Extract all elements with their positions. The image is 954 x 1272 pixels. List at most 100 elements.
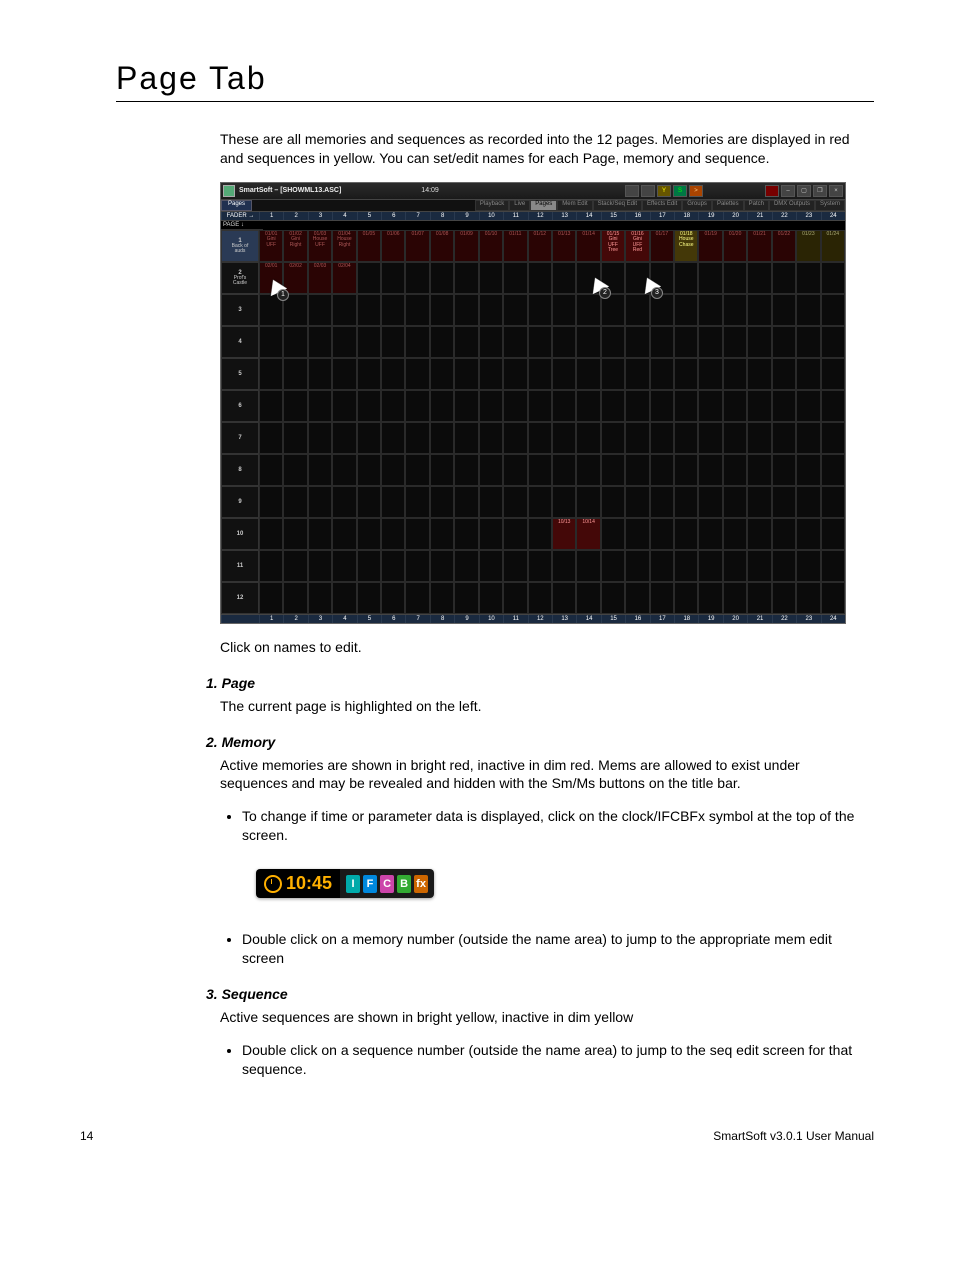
cell-11-16: [625, 550, 649, 582]
page-row-11[interactable]: 11: [221, 550, 259, 582]
titlebar-btn-r1[interactable]: [765, 185, 779, 197]
cell-2-3[interactable]: 02/03: [308, 262, 332, 294]
tab-effects-edit[interactable]: Effects Edit: [642, 200, 682, 211]
cell-2-4[interactable]: 02/04: [332, 262, 356, 294]
cell-1-4[interactable]: 01/04HouseRight: [332, 230, 356, 262]
tab-live[interactable]: Live: [509, 200, 530, 211]
col-header-15: 15: [601, 615, 625, 623]
titlebar-btn-s[interactable]: S: [673, 185, 687, 197]
cell-6-5: [357, 390, 381, 422]
cell-10-14[interactable]: 10/14: [576, 518, 600, 550]
col-header-12: 12: [528, 212, 552, 220]
tab-playback[interactable]: Playback: [475, 200, 509, 211]
clock-part[interactable]: 10:45: [256, 869, 340, 898]
cell-1-18[interactable]: 01/18HouseChase: [674, 230, 698, 262]
cell-1-22[interactable]: 01/22: [772, 230, 796, 262]
col-header-13: 13: [552, 212, 576, 220]
page-row-4[interactable]: 4: [221, 326, 259, 358]
cell-8-22: [772, 454, 796, 486]
minimize-icon[interactable]: –: [781, 185, 795, 197]
page-row-2[interactable]: 2Prof'sCastle: [221, 262, 259, 294]
cell-1-12[interactable]: 01/12: [528, 230, 552, 262]
cell-5-1: [259, 358, 283, 390]
cell-1-21[interactable]: 01/21: [747, 230, 771, 262]
cell-1-5[interactable]: 01/05: [357, 230, 381, 262]
tab-dmx-outputs[interactable]: DMX Outputs: [769, 200, 815, 211]
titlebar-btn-o[interactable]: >: [689, 185, 703, 197]
ifcb-fx[interactable]: fx: [414, 875, 428, 893]
cell-6-8: [430, 390, 454, 422]
cell-11-4: [332, 550, 356, 582]
page-row-6[interactable]: 6: [221, 390, 259, 422]
titlebar-btn-sm[interactable]: [625, 185, 639, 197]
cell-7-23: [796, 422, 820, 454]
cell-1-13[interactable]: 01/13: [552, 230, 576, 262]
cell-2-7: [405, 262, 429, 294]
cell-1-3[interactable]: 01/03HouseUFF: [308, 230, 332, 262]
page-row-3[interactable]: 3: [221, 294, 259, 326]
page-row-8[interactable]: 8: [221, 454, 259, 486]
page-row-12[interactable]: 12: [221, 582, 259, 614]
cell-1-2[interactable]: 01/02GiniRight: [283, 230, 307, 262]
ifcb-part[interactable]: I F C B fx: [340, 869, 434, 898]
page-row-5[interactable]: 5: [221, 358, 259, 390]
page-row-9[interactable]: 9: [221, 486, 259, 518]
intro-paragraph: These are all memories and sequences as …: [220, 130, 850, 168]
ifcb-c[interactable]: C: [380, 875, 394, 893]
cell-1-1[interactable]: 01/01GiniUFF: [259, 230, 283, 262]
tab-palettes[interactable]: Palettes: [712, 200, 744, 211]
cell-11-12: [528, 550, 552, 582]
tab-stack-seq-edit[interactable]: Stack/Seq Edit: [593, 200, 642, 211]
cell-1-11[interactable]: 01/11: [503, 230, 527, 262]
manual-title-footer: SmartSoft v3.0.1 User Manual: [713, 1129, 874, 1143]
cell-6-12: [528, 390, 552, 422]
cell-1-23[interactable]: 01/23: [796, 230, 820, 262]
cell-1-19[interactable]: 01/19: [698, 230, 722, 262]
page-row-7[interactable]: 7: [221, 422, 259, 454]
ifcb-i[interactable]: I: [346, 875, 360, 893]
cell-1-14[interactable]: 01/14: [576, 230, 600, 262]
cell-1-20[interactable]: 01/20: [723, 230, 747, 262]
cell-1-10[interactable]: 01/10: [479, 230, 503, 262]
cell-10-8: [430, 518, 454, 550]
tab-patch[interactable]: Patch: [744, 200, 769, 211]
page-row-10[interactable]: 10: [221, 518, 259, 550]
cell-1-24[interactable]: 01/24: [821, 230, 845, 262]
cell-5-15: [601, 358, 625, 390]
titlebar-btn-ms[interactable]: [641, 185, 655, 197]
cell-12-7: [405, 582, 429, 614]
titlebar-btn-y[interactable]: Y: [657, 185, 671, 197]
cell-9-5: [357, 486, 381, 518]
restore-icon[interactable]: ❐: [813, 185, 827, 197]
cell-2-1[interactable]: 02/01: [259, 262, 283, 294]
tab-pages[interactable]: Pages: [530, 200, 557, 211]
cell-1-15[interactable]: 01/15GiniUFFTree: [601, 230, 625, 262]
cell-1-17[interactable]: 01/17: [650, 230, 674, 262]
cell-7-24: [821, 422, 845, 454]
col-header-23: 23: [796, 615, 820, 623]
tab-groups[interactable]: Groups: [682, 200, 712, 211]
cell-4-1: [259, 326, 283, 358]
col-header-2: 2: [283, 615, 307, 623]
maximize-icon[interactable]: ▢: [797, 185, 811, 197]
cell-1-9[interactable]: 01/09: [454, 230, 478, 262]
tab-system[interactable]: System: [815, 200, 845, 211]
ifcb-b[interactable]: B: [397, 875, 411, 893]
cell-3-11: [503, 294, 527, 326]
cell-2-2[interactable]: 02/02: [283, 262, 307, 294]
clock-ifcb-widget[interactable]: 10:45 I F C B fx: [256, 869, 434, 898]
page-row-1[interactable]: 1Back ofauds: [221, 230, 259, 262]
cell-10-13[interactable]: 10/13: [552, 518, 576, 550]
cell-8-9: [454, 454, 478, 486]
cell-8-11: [503, 454, 527, 486]
cell-1-6[interactable]: 01/06: [381, 230, 405, 262]
tab-mem-edit[interactable]: Mem Edit: [557, 200, 592, 211]
col-header-15: 15: [601, 212, 625, 220]
cell-10-18: [674, 518, 698, 550]
cell-1-16[interactable]: 01/16GiniUFFRed: [625, 230, 649, 262]
close-icon[interactable]: ×: [829, 185, 843, 197]
ifcb-f[interactable]: F: [363, 875, 377, 893]
cell-1-7[interactable]: 01/07: [405, 230, 429, 262]
cell-1-8[interactable]: 01/08: [430, 230, 454, 262]
col-header-14: 14: [576, 615, 600, 623]
